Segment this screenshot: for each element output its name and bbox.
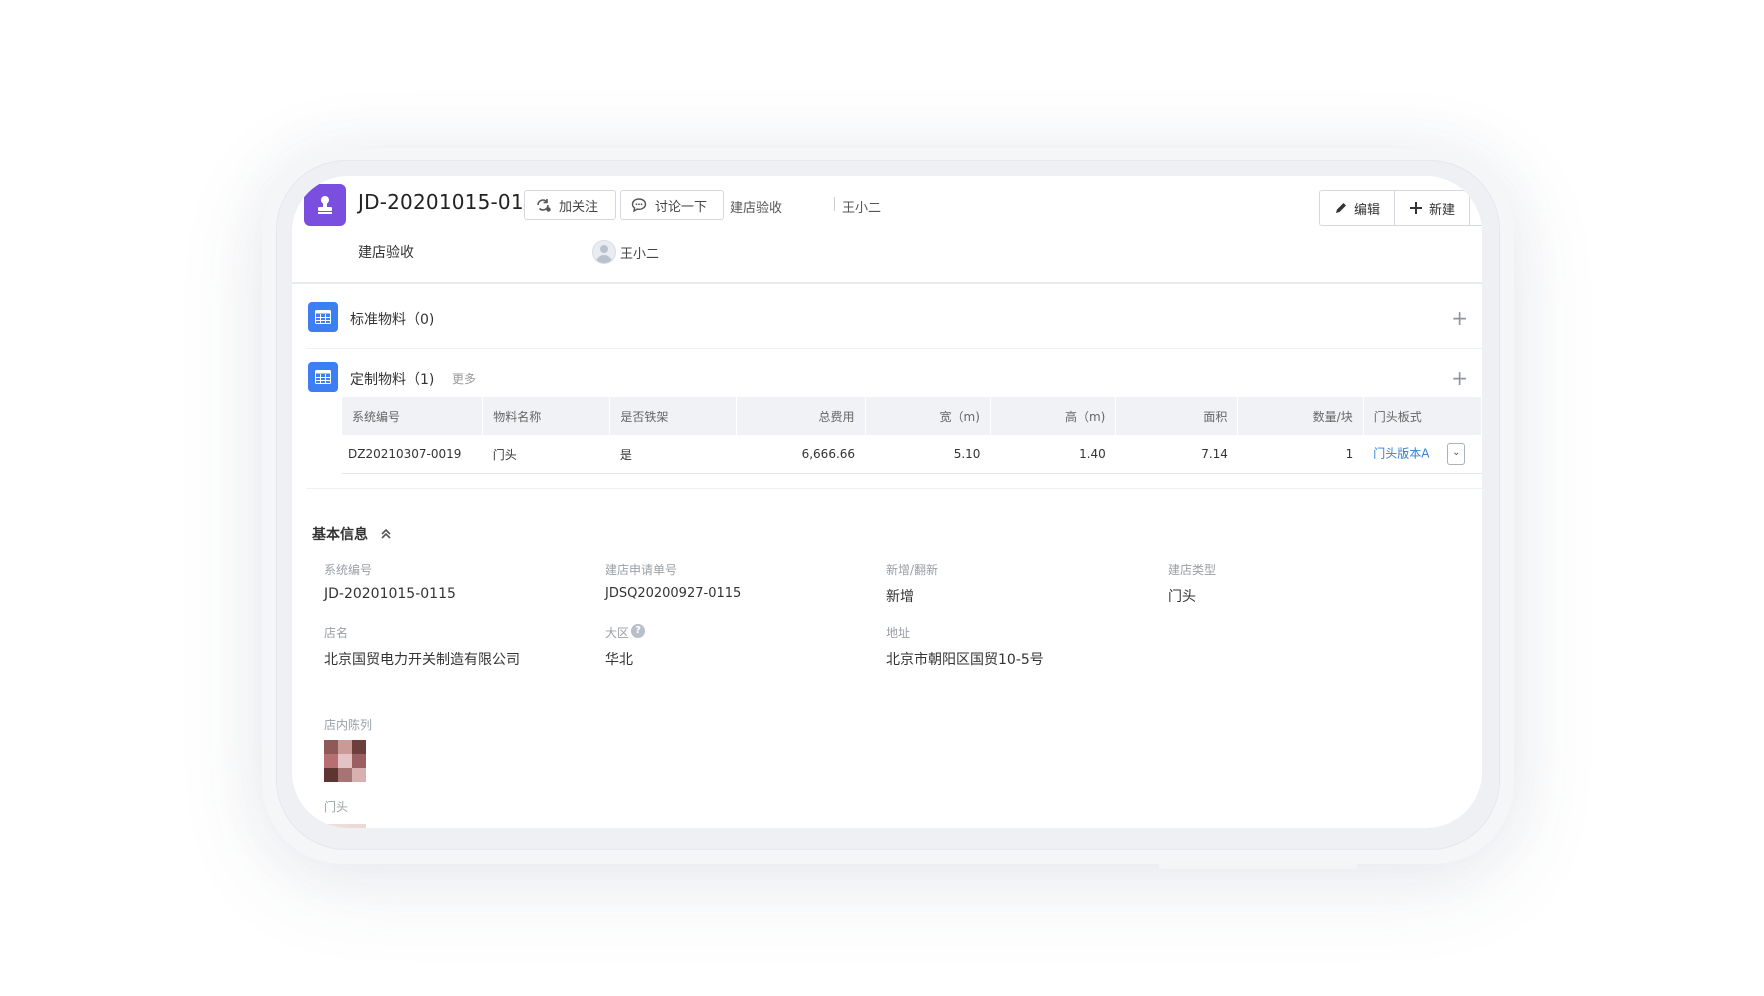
discuss-button[interactable]: 讨论一下	[620, 190, 724, 220]
region-value: 华北	[605, 652, 633, 668]
table-icon	[308, 302, 338, 332]
store-name-value: 北京国贸电力开关制造有限公司	[324, 652, 520, 668]
display-photo-thumbnail[interactable]	[324, 740, 366, 782]
custom-materials-title: 定制物料（1)	[350, 372, 435, 388]
app-screen: JD-20201015-0115 加关注 讨论一下 建店验收 王小二 编辑 新建…	[292, 176, 1482, 828]
add-standard-material-button[interactable]: +	[1451, 308, 1468, 328]
standard-materials-title: 标准物料（0)	[350, 312, 435, 328]
material-sys-no-link[interactable]: DZ20210307-0019	[342, 435, 483, 474]
section-divider	[306, 488, 1482, 489]
door-version-link[interactable]: 门头版本A	[1373, 447, 1429, 461]
column-header[interactable]: 物料名称	[482, 397, 611, 435]
address-value: 北京市朝阳区国贸10-5号	[886, 652, 1044, 668]
help-icon[interactable]: ?	[631, 624, 645, 638]
more-actions-button[interactable]	[1469, 191, 1482, 225]
row-action-dropdown[interactable]: ⌄	[1447, 443, 1466, 465]
table-cell: 1.40	[990, 435, 1116, 474]
store-type-value: 门头	[1168, 589, 1196, 605]
table-cell: 6,666.66	[736, 435, 866, 474]
custom-materials-table: 系统编号 物料名称 是否铁架 总费用 宽（m) 高（m) 面积 数量/块 门头板…	[342, 397, 1482, 474]
record-type-tag: 建店验收	[730, 201, 783, 216]
column-header[interactable]: 总费用	[736, 397, 866, 435]
sys-no-value: JD-20201015-0115	[324, 586, 456, 602]
basic-info-title: 基本信息	[312, 527, 368, 543]
follow-label: 加关注	[559, 199, 599, 215]
record-stamp-icon	[304, 184, 346, 226]
chat-bubble-icon	[631, 198, 647, 213]
column-header[interactable]: 宽（m)	[865, 397, 991, 435]
column-header[interactable]: 面积	[1115, 397, 1239, 435]
plus-icon	[1409, 202, 1422, 214]
new-button[interactable]: 新建	[1393, 191, 1469, 225]
device-bottom-bar	[1271, 862, 1357, 869]
column-header[interactable]: 系统编号	[342, 397, 484, 435]
tag-divider	[834, 197, 835, 211]
custom-materials-more-link[interactable]: 更多	[452, 370, 476, 387]
table-icon	[308, 362, 338, 392]
discuss-label: 讨论一下	[655, 199, 708, 215]
pencil-icon	[1335, 203, 1346, 213]
table-row: DZ20210307-0019 门头 是 6,666.66 5.10 1.40 …	[342, 435, 1482, 474]
column-header[interactable]: 是否铁架	[609, 397, 738, 435]
field-label: 大区	[605, 626, 630, 640]
column-header[interactable]: 高（m)	[990, 397, 1117, 435]
table-cell: 门头版本A ⌄	[1363, 435, 1482, 474]
field-label: 新增/翻新	[886, 563, 939, 577]
follow-refresh-icon	[537, 199, 551, 212]
follow-button[interactable]: 加关注	[524, 190, 616, 220]
table-cell: 5.10	[865, 435, 991, 474]
field-label: 门头	[324, 800, 349, 814]
table-header-row: 系统编号 物料名称 是否铁架 总费用 宽（m) 高（m) 面积 数量/块 门头板…	[342, 397, 1482, 435]
record-title: JD-20201015-0115	[358, 190, 550, 214]
column-header[interactable]: 门头板式	[1363, 397, 1482, 435]
field-label: 建店申请单号	[605, 563, 678, 577]
table-cell: 7.14	[1115, 435, 1238, 474]
record-owner-tag: 王小二	[842, 201, 882, 216]
new-or-renovate-value: 新增	[886, 589, 914, 605]
device-bottom-bar	[1159, 862, 1277, 869]
column-header[interactable]: 数量/块	[1237, 397, 1364, 435]
header-divider	[292, 282, 1482, 284]
header-action-group: 编辑 新建	[1318, 190, 1482, 226]
door-photo-thumbnail[interactable]	[324, 824, 366, 828]
owner-avatar	[592, 240, 616, 264]
table-cell: 是	[609, 435, 737, 474]
collapse-chevron-icon[interactable]	[379, 526, 393, 545]
apply-no-link[interactable]: JDSQ20200927-0115	[605, 586, 741, 601]
table-cell: 1	[1237, 435, 1364, 474]
section-divider	[306, 348, 1482, 349]
record-subtype: 建店验收	[358, 245, 414, 261]
edit-button[interactable]: 编辑	[1319, 191, 1394, 225]
field-label: 建店类型	[1168, 563, 1217, 577]
owner-name[interactable]: 王小二	[620, 243, 659, 262]
field-label: 店名	[324, 626, 349, 640]
edit-label: 编辑	[1353, 202, 1380, 218]
field-label: 店内陈列	[324, 718, 373, 732]
new-label: 新建	[1428, 202, 1455, 218]
field-label: 地址	[886, 626, 911, 640]
material-name-link[interactable]: 门头	[482, 435, 610, 474]
field-label: 系统编号	[324, 563, 373, 577]
add-custom-material-button[interactable]: +	[1451, 368, 1468, 388]
